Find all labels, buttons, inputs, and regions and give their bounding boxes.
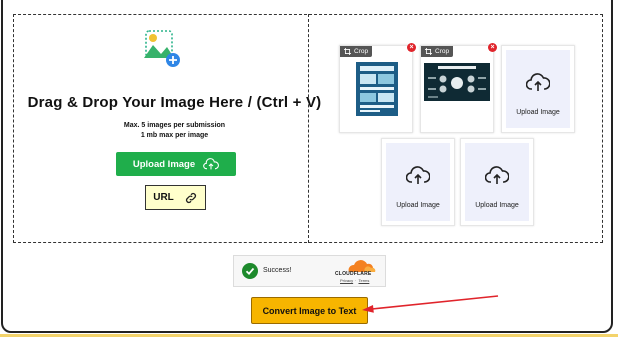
crop-label: Crop [354,48,369,55]
limit-images: Max. 5 images per submission [123,122,226,129]
upload-slot-label: Upload Image [396,202,440,209]
close-icon: × [409,44,414,51]
convert-button-label: Convert Image to Text [262,305,357,316]
upload-panel: Drag & Drop Your Image Here / (Ctrl + V)… [14,15,321,242]
remove-image-button[interactable]: × [488,43,497,52]
image-preview [356,62,398,116]
upload-image-slot[interactable]: Upload Image [381,138,455,226]
captcha-provider: CLOUDFLARE [335,271,372,277]
upload-image-button-label: Upload Image [132,158,196,170]
link-separator: · [355,278,357,283]
check-icon [242,263,258,279]
upload-slot-label: Upload Image [475,202,519,209]
remove-image-button[interactable]: × [407,43,416,52]
privacy-link[interactable]: Privacy [340,278,353,283]
convert-image-to-text-button[interactable]: Convert Image to Text [251,297,368,324]
captcha-status: Success! [263,267,292,274]
uploaded-image-thumbnail[interactable]: Crop × [339,43,416,133]
cloud-upload-icon [526,73,550,91]
terms-link[interactable]: Terms [358,278,369,283]
cloud-upload-icon [203,158,220,170]
cloud-upload-icon [406,166,430,184]
upload-image-button[interactable]: Upload Image [116,152,236,176]
crop-label: Crop [435,48,450,55]
url-button[interactable]: URL [145,185,206,210]
captcha-widget[interactable]: Success! CLOUDFLARE Privacy · Terms [233,255,386,287]
crop-button[interactable]: Crop [340,46,373,57]
limit-size: 1 mb max per image [140,132,209,139]
captcha-links: Privacy · Terms [340,278,369,283]
drop-title: Drag & Drop Your Image Here / (Ctrl + V) [27,94,322,111]
upload-image-slot[interactable]: Upload Image [460,138,534,226]
crop-button[interactable]: Crop [421,46,454,57]
upload-image-slot[interactable]: Upload Image [501,45,575,133]
image-plus-icon [144,30,180,67]
uploaded-image-thumbnail[interactable]: Crop × [420,43,497,133]
upload-slot-label: Upload Image [516,109,560,116]
image-preview [424,63,490,101]
upload-limits: Max. 5 images per submission 1 mb max pe… [14,121,335,141]
crop-icon [425,48,432,55]
link-icon [185,192,196,203]
url-button-label: URL [153,192,174,203]
cloud-upload-icon [485,166,509,184]
annotation-arrow-icon [362,295,499,313]
crop-icon [344,48,351,55]
close-icon: × [490,44,495,51]
